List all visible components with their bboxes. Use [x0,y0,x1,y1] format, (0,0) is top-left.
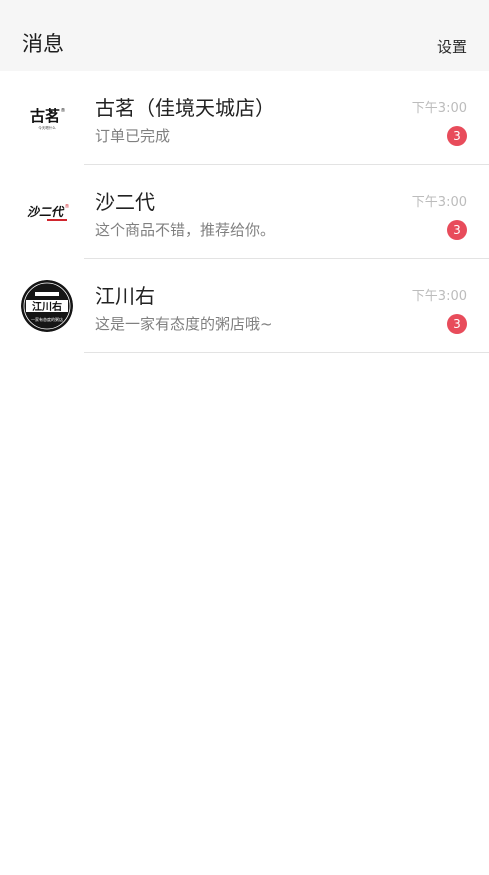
conversation-time: 下午3:00 [411,195,467,210]
sha-er-dai-logo-text: 沙二代 [27,205,65,219]
conversation-list: 古茗 ® 今天喝什么 古茗（佳境天城店） 订单已完成 下午3:00 3 沙二代 … [0,71,489,353]
conversation-row-sha-er-dai[interactable]: 沙二代 ® 沙二代 这个商品不错，推荐给你。 下午3:00 3 [0,165,489,259]
unread-badge: 3 [447,314,467,334]
conversation-preview: 这个商品不错，推荐给你。 [95,221,276,239]
jiang-chuan-you-logo-text: 江川右 [32,300,62,313]
conversation-preview: 这是一家有态度的粥店哦~ [95,315,273,333]
jiang-chuan-you-logo-subtext: 一家有态度的粥店 [31,316,63,322]
unread-badge: 3 [447,126,467,146]
avatar-sha-er-dai-logo: 沙二代 ® [21,186,73,238]
avatar-gu-ming-logo: 古茗 ® 今天喝什么 [21,92,73,144]
avatar-jiang-chuan-you-logo: 江川右 一家有态度的粥店 [21,280,73,332]
conversation-row-gu-ming[interactable]: 古茗 ® 今天喝什么 古茗（佳境天城店） 订单已完成 下午3:00 3 [0,71,489,165]
sha-er-dai-logo-icon: 沙二代 ® [21,186,73,238]
unread-badge: 3 [447,220,467,240]
gu-ming-logo-registered-mark: ® [61,107,66,114]
sha-er-dai-logo-registered-mark: ® [65,203,70,210]
jiang-chuan-you-logo-icon: 江川右 一家有态度的粥店 [21,280,73,332]
conversation-name: 沙二代 [95,190,155,214]
gu-ming-logo-text: 古茗 [30,107,60,125]
conversation-time: 下午3:00 [411,101,467,116]
conversation-name: 江川右 [95,284,155,308]
conversation-time: 下午3:00 [411,289,467,304]
gu-ming-logo-icon: 古茗 ® 今天喝什么 [21,92,73,144]
conversation-name: 古茗（佳境天城店） [95,96,275,120]
page-title: 消息 [22,32,64,56]
settings-button[interactable]: 设置 [437,37,467,57]
gu-ming-logo-subtext: 今天喝什么 [38,125,56,130]
top-bar: 消息 设置 [0,0,489,71]
conversation-row-jiang-chuan-you[interactable]: 江川右 一家有态度的粥店 江川右 这是一家有态度的粥店哦~ 下午3:00 3 [0,259,489,353]
conversation-preview: 订单已完成 [95,127,171,145]
